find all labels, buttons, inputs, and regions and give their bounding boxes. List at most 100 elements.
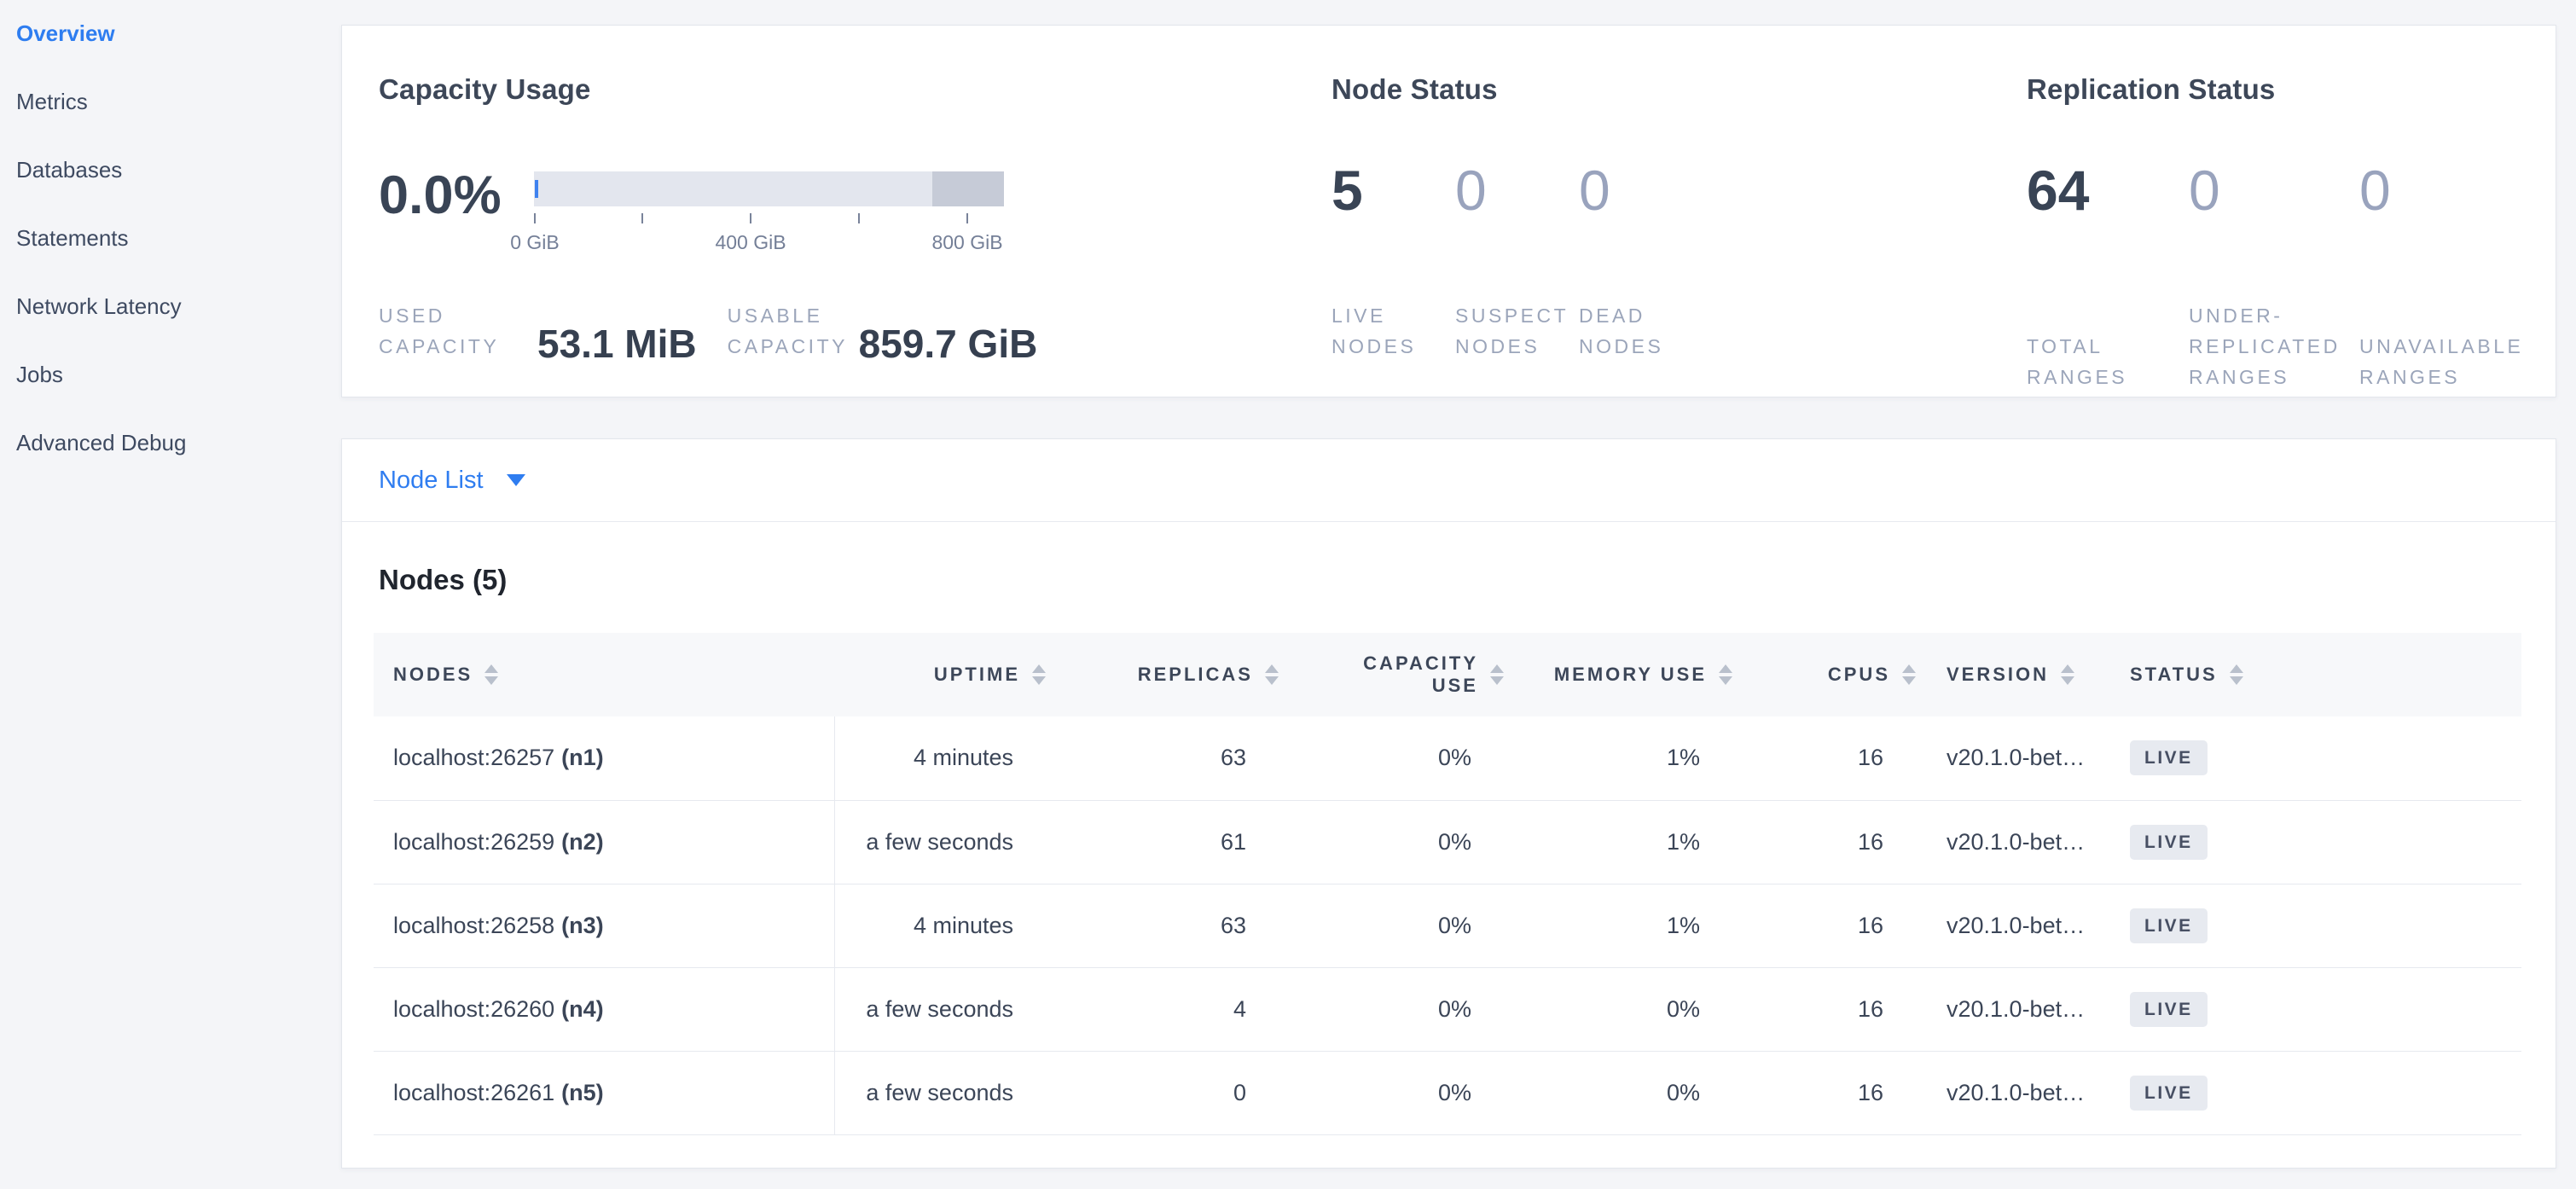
column-header-cpus[interactable]: CPUS: [1732, 633, 1916, 716]
axis-label-800gib: 800 GiB: [931, 231, 1002, 254]
version-cell: v20.1.0-bet…: [1916, 716, 2099, 800]
tick: [858, 213, 860, 223]
node-link[interactable]: localhost:26258: [393, 913, 554, 938]
sidebar-item-advanced-debug[interactable]: Advanced Debug: [16, 428, 341, 496]
capacity-use-cell: 0%: [1279, 1051, 1504, 1134]
node-list-dropdown[interactable]: Node List: [379, 467, 525, 495]
chevron-down-icon: [507, 474, 525, 486]
capacity-bar-reserved-segment: [932, 171, 1004, 206]
cpus-cell: 16: [1732, 716, 1916, 800]
sidebar-item-label: Network Latency: [16, 293, 182, 319]
replication-status-labels: TOTAL RANGES UNDER-REPLICATED RANGES UNA…: [2027, 300, 2530, 392]
node-status-values: 5 0 0: [1332, 160, 1703, 220]
node-id: (n5): [561, 1080, 604, 1105]
sidebar-item-label: Metrics: [16, 89, 88, 114]
node-link[interactable]: localhost:26261: [393, 1080, 554, 1105]
total-ranges-label: TOTAL RANGES: [2027, 331, 2170, 392]
sort-icon: [1265, 664, 1279, 685]
total-ranges-value: 64: [2027, 160, 2189, 220]
column-header-nodes[interactable]: NODES: [374, 633, 834, 716]
capacity-use-cell: 0%: [1279, 800, 1504, 884]
status-badge: LIVE: [2130, 825, 2208, 860]
sidebar-item-metrics[interactable]: Metrics: [16, 87, 341, 155]
axis-label-0gib: 0 GiB: [510, 231, 560, 254]
uptime-cell: a few seconds: [834, 967, 1046, 1051]
node-id: (n4): [561, 996, 604, 1022]
column-header-replicas[interactable]: REPLICAS: [1046, 633, 1279, 716]
table-row: localhost:26257(n1) 4 minutes 63 0% 1% 1…: [374, 716, 2521, 800]
replicas-cell: 63: [1046, 884, 1279, 967]
unavailable-ranges-label: UNAVAILABLE RANGES: [2359, 331, 2521, 392]
cpus-cell: 16: [1732, 1051, 1916, 1134]
version-cell: v20.1.0-bet…: [1916, 800, 2099, 884]
node-list-dropdown-label: Node List: [379, 467, 484, 495]
capacity-bar-chart: 0 GiB 400 GiB 800 GiB: [534, 171, 1004, 257]
column-header-uptime[interactable]: UPTIME: [834, 633, 1046, 716]
live-nodes-value: 5: [1332, 160, 1455, 220]
sidebar-item-databases[interactable]: Databases: [16, 155, 341, 223]
sort-icon: [1032, 664, 1046, 685]
usable-capacity-value: 859.7 GiB: [859, 326, 1038, 362]
cpus-cell: 16: [1732, 884, 1916, 967]
column-label: MEMORY USE: [1554, 664, 1707, 686]
uptime-cell: a few seconds: [834, 1051, 1046, 1134]
tick: [750, 213, 751, 223]
node-status-panel: Node Status 5 0 0 LIVE NODES SUSPECT NOD…: [1332, 26, 1963, 397]
capacity-bar-track: [534, 171, 1004, 206]
column-label: REPLICAS: [1138, 664, 1253, 686]
capacity-axis-ticks: [534, 213, 1004, 223]
used-capacity-label: USED CAPACITY: [379, 300, 490, 362]
column-header-memory-use[interactable]: MEMORY USE: [1504, 633, 1732, 716]
sort-icon: [1490, 664, 1504, 685]
sidebar-item-jobs[interactable]: Jobs: [16, 360, 341, 428]
dead-nodes-label: DEAD NODES: [1579, 300, 1681, 362]
node-id: (n1): [561, 745, 604, 770]
version-cell: v20.1.0-bet…: [1916, 884, 2099, 967]
capacity-axis-labels: 0 GiB 400 GiB 800 GiB: [534, 231, 1004, 257]
capacity-footer-stats: USED CAPACITY 53.1 MiB USABLE CAPACITY 8…: [379, 300, 1037, 362]
capacity-usage-title: Capacity Usage: [379, 73, 591, 106]
node-link[interactable]: localhost:26260: [393, 996, 554, 1022]
column-header-version[interactable]: VERSION: [1916, 633, 2099, 716]
unavailable-ranges-value: 0: [2359, 160, 2530, 220]
sort-icon: [2061, 664, 2074, 685]
sidebar-item-label: Databases: [16, 157, 122, 183]
under-replicated-ranges-label: UNDER-REPLICATED RANGES: [2189, 300, 2341, 392]
column-header-capacity-use[interactable]: CAPACITY USE: [1279, 633, 1504, 716]
replication-status-title: Replication Status: [2027, 73, 2275, 106]
cpus-cell: 16: [1732, 800, 1916, 884]
node-id: (n3): [561, 913, 604, 938]
column-header-status[interactable]: STATUS: [2099, 633, 2521, 716]
node-link[interactable]: localhost:26259: [393, 829, 554, 855]
uptime-cell: a few seconds: [834, 800, 1046, 884]
status-cell: LIVE: [2099, 884, 2521, 967]
table-row: localhost:26259(n2) a few seconds 61 0% …: [374, 800, 2521, 884]
replication-status-panel: Replication Status 64 0 0 TOTAL RANGES U…: [2027, 26, 2556, 397]
replication-status-values: 64 0 0: [2027, 160, 2530, 220]
uptime-cell: 4 minutes: [834, 884, 1046, 967]
node-link[interactable]: localhost:26257: [393, 745, 554, 770]
status-cell: LIVE: [2099, 1051, 2521, 1134]
sidebar-item-statements[interactable]: Statements: [16, 223, 341, 292]
usable-capacity-label: USABLE CAPACITY: [728, 300, 847, 362]
sidebar-item-network-latency[interactable]: Network Latency: [16, 292, 341, 360]
sidebar-item-overview[interactable]: Overview: [16, 19, 341, 87]
nodes-table-title: Nodes (5): [379, 564, 507, 596]
cpus-cell: 16: [1732, 967, 1916, 1051]
status-badge: LIVE: [2130, 740, 2208, 775]
column-label: CAPACITY USE: [1363, 652, 1478, 697]
replicas-cell: 63: [1046, 716, 1279, 800]
suspect-nodes-value: 0: [1455, 160, 1579, 220]
status-badge: LIVE: [2130, 1076, 2208, 1111]
status-badge: LIVE: [2130, 992, 2208, 1027]
sort-icon: [484, 664, 498, 685]
axis-label-400gib: 400 GiB: [715, 231, 786, 254]
node-status-title: Node Status: [1332, 73, 1498, 106]
capacity-use-cell: 0%: [1279, 884, 1504, 967]
sidebar-item-label: Overview: [16, 20, 115, 46]
column-label: NODES: [393, 664, 473, 686]
column-label: VERSION: [1947, 664, 2049, 686]
column-label: CPUS: [1828, 664, 1890, 686]
under-replicated-ranges-value: 0: [2189, 160, 2359, 220]
capacity-use-cell: 0%: [1279, 716, 1504, 800]
